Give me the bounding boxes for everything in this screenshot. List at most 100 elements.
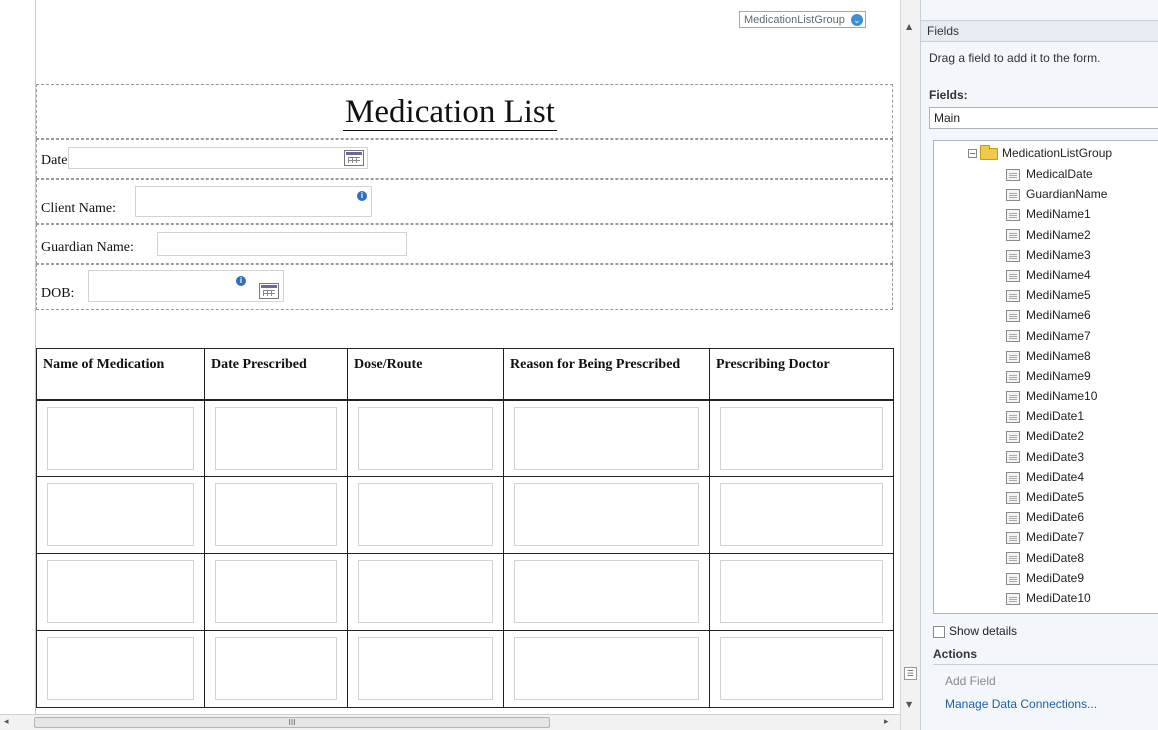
field-icon [1006, 411, 1020, 424]
field-icon [1006, 289, 1020, 302]
prescribing-doctor-input[interactable] [720, 483, 883, 546]
tree-field-item[interactable]: MedicalDate [1006, 165, 1107, 185]
tree-field-label: GuardianName [1026, 187, 1108, 202]
table-cell [204, 553, 348, 631]
tree-root-node[interactable]: − MedicationListGroup [968, 144, 1112, 162]
folder-icon [980, 144, 998, 160]
reason-input[interactable] [514, 483, 699, 546]
field-icon [1006, 209, 1020, 222]
reason-input[interactable] [514, 406, 699, 470]
scroll-down-icon[interactable]: ▼ [906, 700, 912, 709]
tree-field-item[interactable]: MediName7 [1006, 327, 1107, 347]
tree-field-item[interactable]: MediDate7 [1006, 528, 1107, 548]
field-icon [1006, 350, 1020, 363]
tree-field-label: MediName5 [1026, 288, 1091, 303]
prescribing-doctor-input[interactable] [720, 406, 883, 470]
scroll-up-icon[interactable]: ▲ [906, 22, 912, 31]
tree-field-item[interactable]: GuardianName [1006, 185, 1107, 205]
group-tag[interactable]: MedicationListGroup ⌄ [739, 11, 866, 28]
tree-field-item[interactable]: MediName6 [1006, 306, 1107, 326]
tree-field-item[interactable]: MediDate8 [1006, 549, 1107, 569]
prescribing-doctor-input[interactable] [720, 560, 883, 623]
prescribing-doctor-input[interactable] [720, 637, 883, 700]
tree-field-item[interactable]: MediDate4 [1006, 468, 1107, 488]
calendar-icon[interactable] [344, 150, 364, 166]
calendar-icon[interactable] [259, 283, 279, 299]
collapse-icon[interactable]: − [968, 149, 977, 159]
tree-field-label: MediName6 [1026, 308, 1091, 323]
add-field-link[interactable]: Add Field [945, 674, 996, 688]
field-icon [1006, 572, 1020, 585]
tree-field-item[interactable]: MediDate2 [1006, 427, 1107, 447]
field-tree[interactable]: − MedicationListGroup MedicalDate Guardian… [933, 140, 1158, 614]
scroll-right-icon[interactable]: ▸ [884, 717, 889, 727]
datasource-select[interactable]: Main [929, 107, 1158, 129]
tree-field-item[interactable]: MediName9 [1006, 367, 1107, 387]
tree-field-item[interactable]: MediName3 [1006, 246, 1107, 266]
tree-field-item[interactable]: MediName8 [1006, 347, 1107, 367]
dose-route-input[interactable] [358, 637, 493, 700]
table-row [36, 399, 894, 477]
field-icon [1006, 390, 1020, 403]
field-icon [1006, 512, 1020, 525]
field-icon [1006, 552, 1020, 565]
tree-field-item[interactable]: MediDate9 [1006, 569, 1107, 589]
tree-field-label: MediName7 [1026, 328, 1091, 343]
vertical-scrollbar[interactable]: ▲ ☰ ▼ [900, 0, 920, 730]
client-name-field[interactable] [135, 186, 372, 217]
dose-route-input[interactable] [358, 560, 493, 623]
field-icon [1006, 229, 1020, 242]
dob-field[interactable] [88, 270, 284, 302]
guardian-name-label: Guardian Name: [41, 240, 134, 255]
medication-name-input[interactable] [47, 560, 194, 623]
field-icon [1006, 330, 1020, 343]
tree-field-item[interactable]: MediName10 [1006, 387, 1107, 407]
table-cell [503, 553, 710, 631]
horizontal-scroll-thumb[interactable]: III [34, 717, 550, 728]
date-prescribed-input[interactable] [215, 406, 337, 470]
tree-field-item[interactable]: MediName2 [1006, 226, 1107, 246]
show-details-checkbox[interactable] [933, 625, 945, 638]
show-details-option[interactable]: Show details [933, 624, 1017, 638]
reason-input[interactable] [514, 560, 699, 623]
form-design-canvas[interactable]: MedicationListGroup ⌄ Medication List Da… [0, 0, 900, 714]
group-tag-menu-icon[interactable]: ⌄ [850, 14, 863, 26]
dose-route-input[interactable] [358, 406, 493, 470]
date-prescribed-input[interactable] [215, 637, 337, 700]
tree-field-item[interactable]: MediName5 [1006, 286, 1107, 306]
split-view-icon[interactable]: ☰ [904, 667, 917, 680]
table-row [36, 476, 894, 554]
field-icon [1006, 451, 1020, 464]
tree-field-item[interactable]: MediDate1 [1006, 407, 1107, 427]
medication-name-input[interactable] [47, 406, 194, 470]
table-cell [204, 476, 348, 554]
tree-field-label: MediName3 [1026, 247, 1091, 262]
tree-field-item[interactable]: MediDate5 [1006, 488, 1107, 508]
pane-title: Fields [927, 24, 960, 38]
tree-field-item[interactable]: MediDate10 [1006, 589, 1107, 609]
table-cell [204, 630, 348, 708]
table-cell [347, 476, 504, 554]
field-icon [1006, 189, 1020, 202]
tree-field-item[interactable]: MediDate6 [1006, 508, 1107, 528]
tree-field-item[interactable]: MediName1 [1006, 205, 1107, 225]
date-prescribed-input[interactable] [215, 560, 337, 623]
table-header-row: Name of Medication Date Prescribed Dose/… [36, 348, 894, 401]
medication-name-input[interactable] [47, 483, 194, 546]
date-field[interactable] [68, 147, 368, 169]
field-icon [1006, 532, 1020, 545]
field-icon [1006, 269, 1020, 282]
tree-field-item[interactable]: MediDate3 [1006, 448, 1107, 468]
scroll-left-icon[interactable]: ◂ [4, 717, 9, 727]
reason-input[interactable] [514, 637, 699, 700]
table-cell [204, 399, 348, 477]
dob-label: DOB: [41, 286, 75, 301]
medication-name-input[interactable] [47, 637, 194, 700]
manage-data-connections-link[interactable]: Manage Data Connections... [945, 697, 1097, 711]
horizontal-scrollbar[interactable]: ◂ III ▸ [0, 714, 900, 730]
dose-route-input[interactable] [358, 483, 493, 546]
tree-field-label: MediName1 [1026, 207, 1091, 222]
guardian-name-field[interactable] [157, 232, 407, 256]
tree-field-item[interactable]: MediName4 [1006, 266, 1107, 286]
date-prescribed-input[interactable] [215, 483, 337, 546]
